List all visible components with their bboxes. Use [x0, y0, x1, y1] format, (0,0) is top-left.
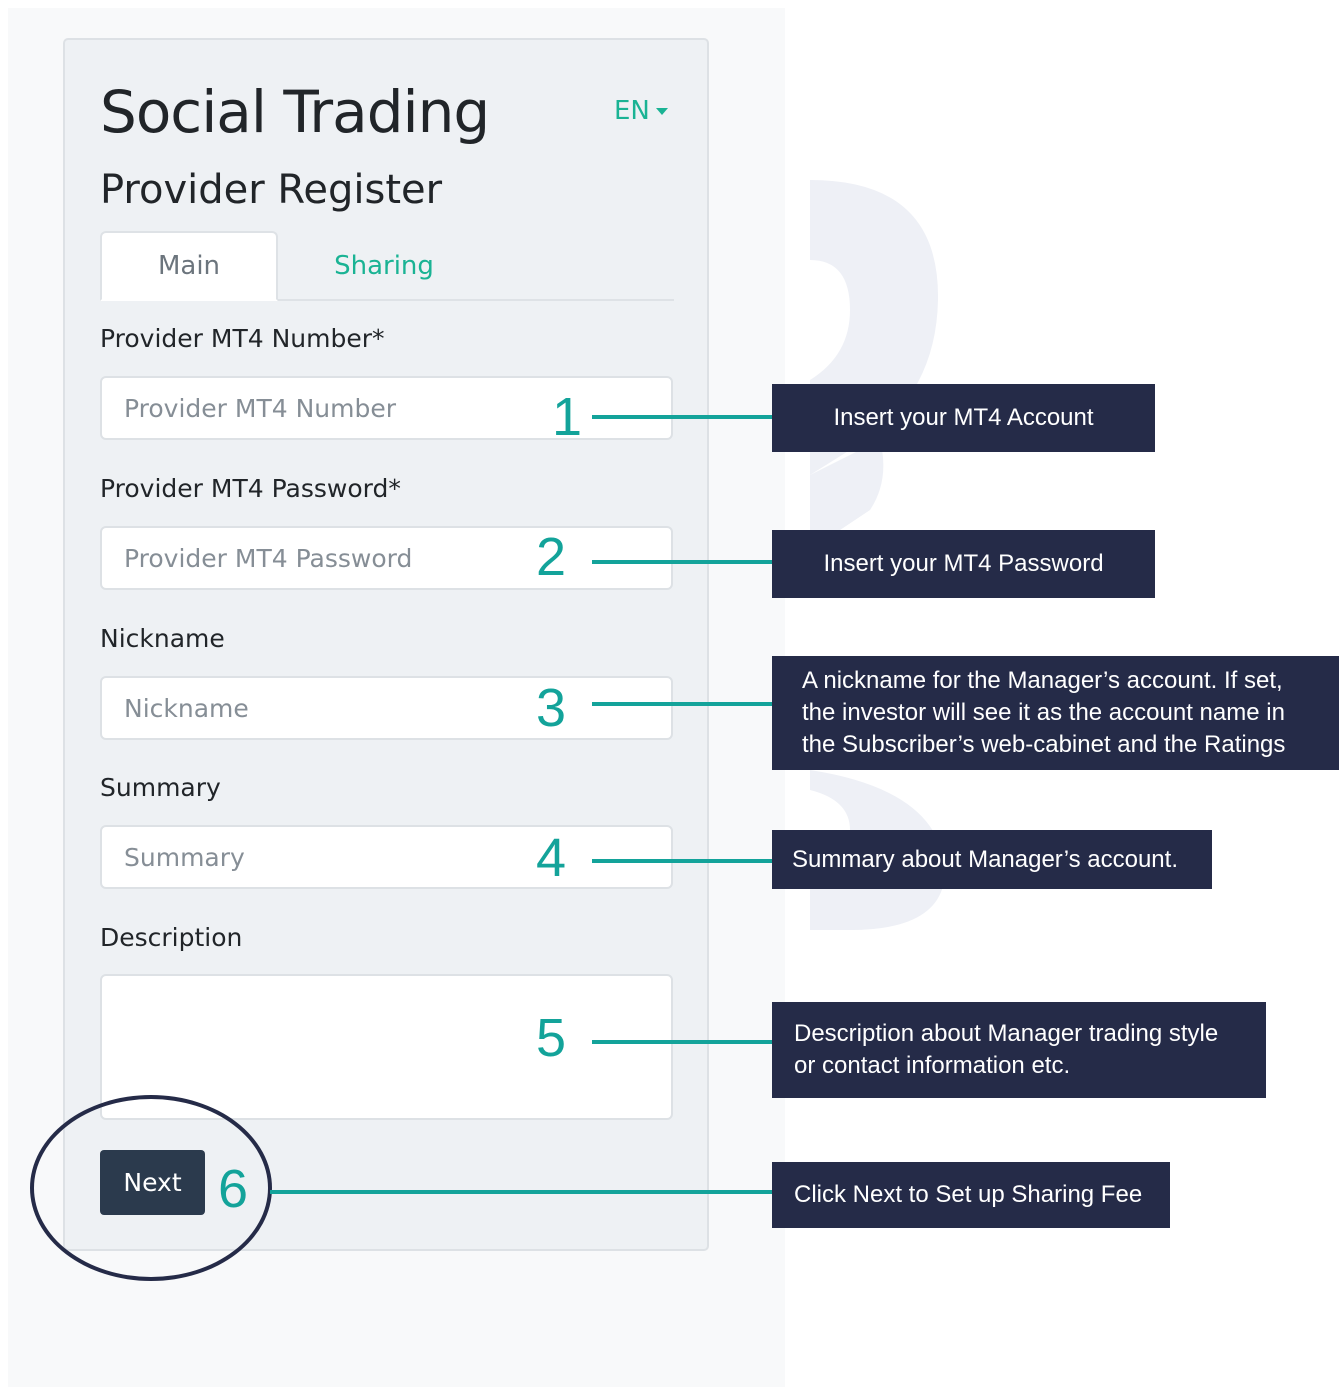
summary-input[interactable] [100, 825, 673, 889]
mt4-number-label: Provider MT4 Number* [100, 324, 385, 353]
annotation-number-5: 5 [536, 1008, 567, 1068]
summary-label: Summary [100, 773, 221, 802]
annotation-callout-5: Description about Manager trading style … [772, 1002, 1266, 1098]
annotation-connector-2 [592, 560, 773, 564]
mt4-password-label: Provider MT4 Password* [100, 474, 401, 503]
nickname-input[interactable] [100, 676, 673, 740]
tab-sharing[interactable]: Sharing [296, 231, 472, 301]
description-label: Description [100, 923, 243, 952]
annotation-callout-4: Summary about Manager’s account. [772, 830, 1212, 889]
nickname-label: Nickname [100, 624, 225, 653]
mt4-password-input[interactable] [100, 526, 673, 590]
mt4-number-input[interactable] [100, 376, 673, 440]
annotation-number-4: 4 [536, 828, 567, 888]
annotation-callout-6: Click Next to Set up Sharing Fee [772, 1162, 1170, 1228]
annotation-connector-1 [592, 415, 773, 419]
annotation-connector-6 [270, 1190, 773, 1194]
annotation-number-2: 2 [536, 527, 567, 587]
tab-main[interactable]: Main [100, 231, 278, 301]
annotation-callout-3: A nickname for the Manager’s account. If… [772, 656, 1339, 770]
annotation-number-6: 6 [218, 1159, 249, 1219]
app-title: Social Trading [100, 78, 490, 146]
language-dropdown[interactable]: EN [614, 96, 668, 126]
annotation-callout-1: Insert your MT4 Account [772, 384, 1155, 452]
caret-down-icon [655, 108, 668, 115]
annotation-number-3: 3 [536, 678, 567, 738]
annotation-connector-3 [592, 702, 773, 706]
page-subtitle: Provider Register [100, 167, 443, 213]
annotation-number-1: 1 [552, 387, 583, 447]
annotation-connector-5 [592, 1040, 773, 1044]
annotation-connector-4 [592, 859, 773, 863]
language-label: EN [614, 96, 650, 126]
annotation-callout-2: Insert your MT4 Password [772, 530, 1155, 598]
